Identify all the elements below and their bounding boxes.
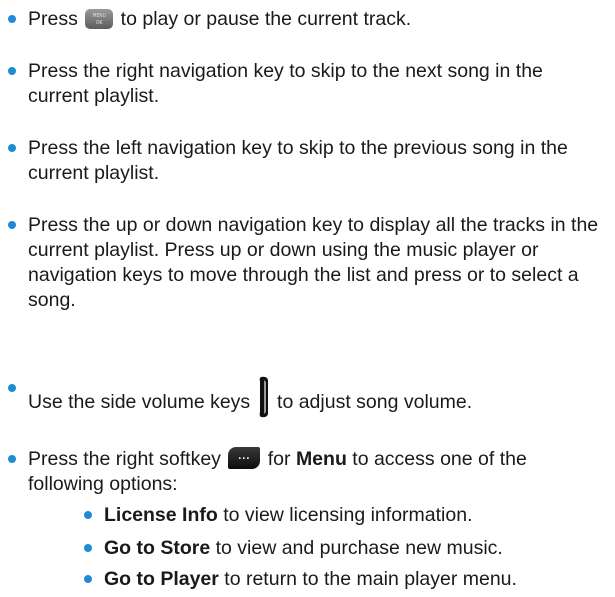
item-text-after: to adjust song volume.	[271, 391, 473, 413]
bullet-icon	[8, 67, 16, 75]
item-text-before: Use the side volume keys	[28, 391, 256, 413]
list-item: Press the left navigation key to skip to…	[8, 136, 608, 186]
sub-item-text: Go to Player to return to the main playe…	[84, 567, 604, 592]
item-text: Press the up or down navigation key to d…	[28, 214, 599, 311]
item-text: Press the right softkey ... for Menu to …	[8, 447, 608, 497]
option-description: to return to the main player menu.	[218, 568, 517, 590]
item-text-after: to play or pause the current track.	[115, 8, 412, 30]
item-text: Press the left navigation key to skip to…	[28, 137, 568, 184]
item-text-mid: for	[262, 448, 296, 470]
option-term: License Info	[104, 504, 218, 526]
item-text: Press MENU OK to play or pause the curren…	[8, 7, 608, 32]
item-text: Use the side volume keys to adjust song …	[8, 376, 608, 418]
list-item: Use the side volume keys to adjust song …	[8, 376, 608, 418]
bullet-icon	[84, 544, 92, 552]
sub-item-text: License Info to view licensing informati…	[84, 503, 604, 528]
bullet-icon	[84, 511, 92, 519]
item-text-before: Press the right softkey	[28, 448, 227, 470]
option-term: Go to Player	[104, 568, 219, 590]
menu-key-label: MENU	[92, 13, 106, 19]
option-description: to view and purchase new music.	[210, 537, 503, 559]
sub-item-text: Go to Store to view and purchase new mus…	[84, 536, 604, 561]
menu-ok-key-icon: MENU OK	[85, 9, 114, 29]
list-item: Press the up or down navigation key to d…	[8, 213, 608, 313]
option-term: Go to Store	[104, 537, 211, 559]
ok-key-label: OK	[96, 20, 103, 26]
list-item: Press the right softkey ... for Menu to …	[8, 447, 608, 497]
side-volume-key-icon	[259, 376, 268, 418]
manual-page: Press MENU OK to play or pause the curren…	[0, 0, 615, 597]
bullet-icon	[8, 221, 16, 229]
menu-term: Menu	[295, 448, 347, 470]
list-item: Press the right navigation key to skip t…	[8, 59, 608, 109]
bullet-icon	[8, 455, 16, 463]
bullet-icon	[8, 144, 16, 152]
softkey-label: ...	[238, 450, 251, 462]
sub-list-item: License Info to view licensing informati…	[84, 503, 604, 528]
bullet-icon	[8, 384, 16, 392]
right-softkey-icon: ...	[228, 447, 261, 469]
item-text: Press the right navigation key to skip t…	[28, 60, 543, 107]
sub-list-item: Go to Player to return to the main playe…	[84, 567, 604, 592]
sub-list-item: Go to Store to view and purchase new mus…	[84, 536, 604, 561]
bullet-icon	[8, 15, 16, 23]
option-description: to view licensing information.	[217, 504, 473, 526]
list-item: Press MENU OK to play or pause the curren…	[8, 7, 608, 32]
item-text-before: Press	[28, 8, 84, 30]
bullet-icon	[84, 575, 92, 583]
